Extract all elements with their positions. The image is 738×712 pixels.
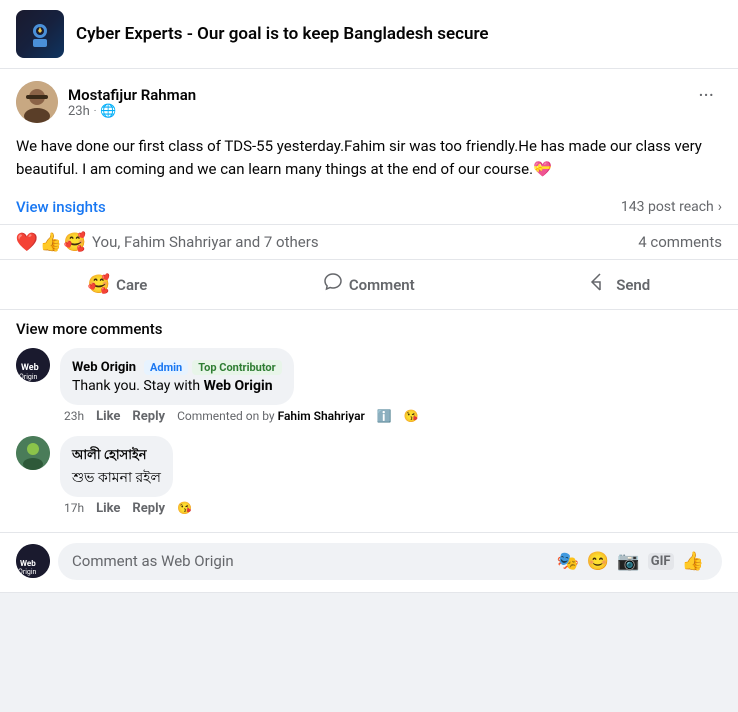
comment-body-ali: আলী হোসাইন শুভ কামনা রইল 17h Like Reply …	[60, 436, 722, 516]
comment-time-1: 23h	[64, 409, 84, 423]
author-info: Mostafijur Rahman 23h · 🌐	[68, 86, 196, 119]
comment-2-reaction: 😘	[177, 501, 192, 515]
insights-row: View insights 143 post reach ›	[0, 192, 738, 224]
send-button[interactable]: Send	[570, 264, 670, 305]
group-header: Cyber Experts - Our goal is to keep Bang…	[0, 0, 738, 69]
svg-text:Web: Web	[21, 363, 39, 373]
chevron-right-icon: ›	[718, 199, 722, 215]
comment-text-weborigin: Thank you. Stay with Web Origin	[72, 377, 282, 397]
comment-author-weborigin: Web Origin Admin Top Contributor	[72, 356, 282, 375]
comment-bubble-weborigin: Web Origin Admin Top Contributor Thank y…	[60, 348, 294, 405]
group-avatar	[16, 10, 64, 58]
post-content: We have done our first class of TDS-55 y…	[0, 131, 738, 192]
privacy-icon: 🌐	[100, 104, 116, 119]
like-comment-1-button[interactable]: Like	[96, 409, 120, 424]
post-author-row: Mostafijur Rahman 23h · 🌐	[16, 81, 196, 123]
camera-icon[interactable]: 📷	[617, 551, 639, 572]
comment-input-icons: 🎭 😊 📷 GIF 👍	[557, 551, 709, 572]
reaction-icons[interactable]: ❤️ 👍 🥰 You, Fahim Shahriyar and 7 others	[16, 231, 319, 253]
action-buttons: 🥰 Care Comment Send	[0, 260, 738, 310]
top-contributor-badge: Top Contributor	[192, 360, 281, 375]
comment-input-row: Web Origin Comment as Web Origin 🎭 😊 📷 G…	[0, 532, 738, 592]
comment-item: Web Origin Web Origin Admin Top Contribu…	[16, 348, 722, 424]
more-options-button[interactable]: ···	[690, 81, 722, 109]
post-time: 23h	[68, 104, 90, 119]
sticker-icon[interactable]: 🎭	[557, 551, 579, 572]
svg-text:Origin: Origin	[18, 568, 37, 576]
post-card: Mostafijur Rahman 23h · 🌐 ··· We have do…	[0, 69, 738, 593]
heart-reaction: ❤️	[16, 231, 38, 253]
comment-item-ali: আলী হোসাইন শুভ কামনা রইল 17h Like Reply …	[16, 436, 722, 516]
comment-author-name-ali: আলী হোসাইন	[72, 448, 147, 463]
like-reaction: 👍	[40, 231, 62, 253]
post-reach[interactable]: 143 post reach ›	[621, 199, 722, 215]
send-icon	[590, 272, 610, 297]
comment-actions-weborigin: 23h Like Reply Commented on by Fahim Sha…	[60, 405, 722, 424]
comment-icon	[323, 272, 343, 297]
post-meta: 23h · 🌐	[68, 104, 196, 119]
thumbsup-icon[interactable]: 👍	[682, 551, 704, 572]
reply-comment-1-button[interactable]: Reply	[132, 409, 165, 424]
comments-section: Web Origin Web Origin Admin Top Contribu…	[0, 344, 738, 532]
like-comment-2-button[interactable]: Like	[96, 501, 120, 516]
post-reach-count: 143 post reach	[621, 199, 714, 215]
care-button[interactable]: 🥰 Care	[68, 266, 168, 303]
author-name: Mostafijur Rahman	[68, 86, 196, 104]
view-insights-link[interactable]: View insights	[16, 198, 106, 216]
commented-by-text: Commented on by Fahim Shahriyar	[177, 409, 365, 423]
care-icon: 🥰	[88, 274, 110, 295]
comment-input-field[interactable]: Comment as Web Origin 🎭 😊 📷 GIF 👍	[58, 543, 722, 580]
comment-input-avatar: Web Origin	[16, 544, 50, 578]
comment-author-name: Web Origin	[72, 360, 136, 375]
comments-count[interactable]: 4 comments	[638, 233, 722, 251]
emoji-icon[interactable]: 😊	[587, 551, 609, 572]
info-icon[interactable]: ℹ️	[377, 409, 392, 423]
group-avatar-image	[16, 10, 64, 58]
reactions-row: ❤️ 👍 🥰 You, Fahim Shahriyar and 7 others…	[0, 224, 738, 260]
view-more-comments[interactable]: View more comments	[0, 310, 738, 344]
dot-separator: ·	[94, 106, 97, 117]
comment-button[interactable]: Comment	[303, 264, 435, 305]
love-reaction: 🥰	[64, 231, 86, 253]
comment-body-weborigin: Web Origin Admin Top Contributor Thank y…	[60, 348, 722, 424]
send-label: Send	[616, 276, 650, 294]
comment-text-ali: শুভ কামনা রইল	[72, 467, 161, 489]
comment-avatar-weborigin[interactable]: Web Origin	[16, 348, 50, 382]
reply-comment-2-button[interactable]: Reply	[132, 501, 165, 516]
comment-label: Comment	[349, 276, 415, 294]
gif-icon[interactable]: GIF	[648, 553, 674, 570]
comment-avatar-ali[interactable]	[16, 436, 50, 470]
comment-time-2: 17h	[64, 501, 84, 515]
comment-bubble-ali: আলী হোসাইন শুভ কামনা রইল	[60, 436, 173, 497]
svg-text:Web: Web	[20, 559, 36, 568]
reaction-count: You, Fahim Shahriyar and 7 others	[92, 233, 319, 251]
post-header: Mostafijur Rahman 23h · 🌐 ···	[0, 69, 738, 131]
author-avatar[interactable]	[16, 81, 58, 123]
author-avatar-image	[16, 81, 58, 123]
care-label: Care	[116, 276, 147, 294]
comment-1-reaction: 😘	[404, 409, 419, 423]
comment-badges: Admin Top Contributor	[144, 360, 282, 375]
group-title: Cyber Experts - Our goal is to keep Bang…	[76, 24, 489, 44]
comment-input-placeholder: Comment as Web Origin	[72, 552, 234, 570]
admin-badge: Admin	[144, 360, 188, 375]
svg-text:Origin: Origin	[19, 373, 38, 381]
comment-actions-ali: 17h Like Reply 😘	[60, 497, 722, 516]
